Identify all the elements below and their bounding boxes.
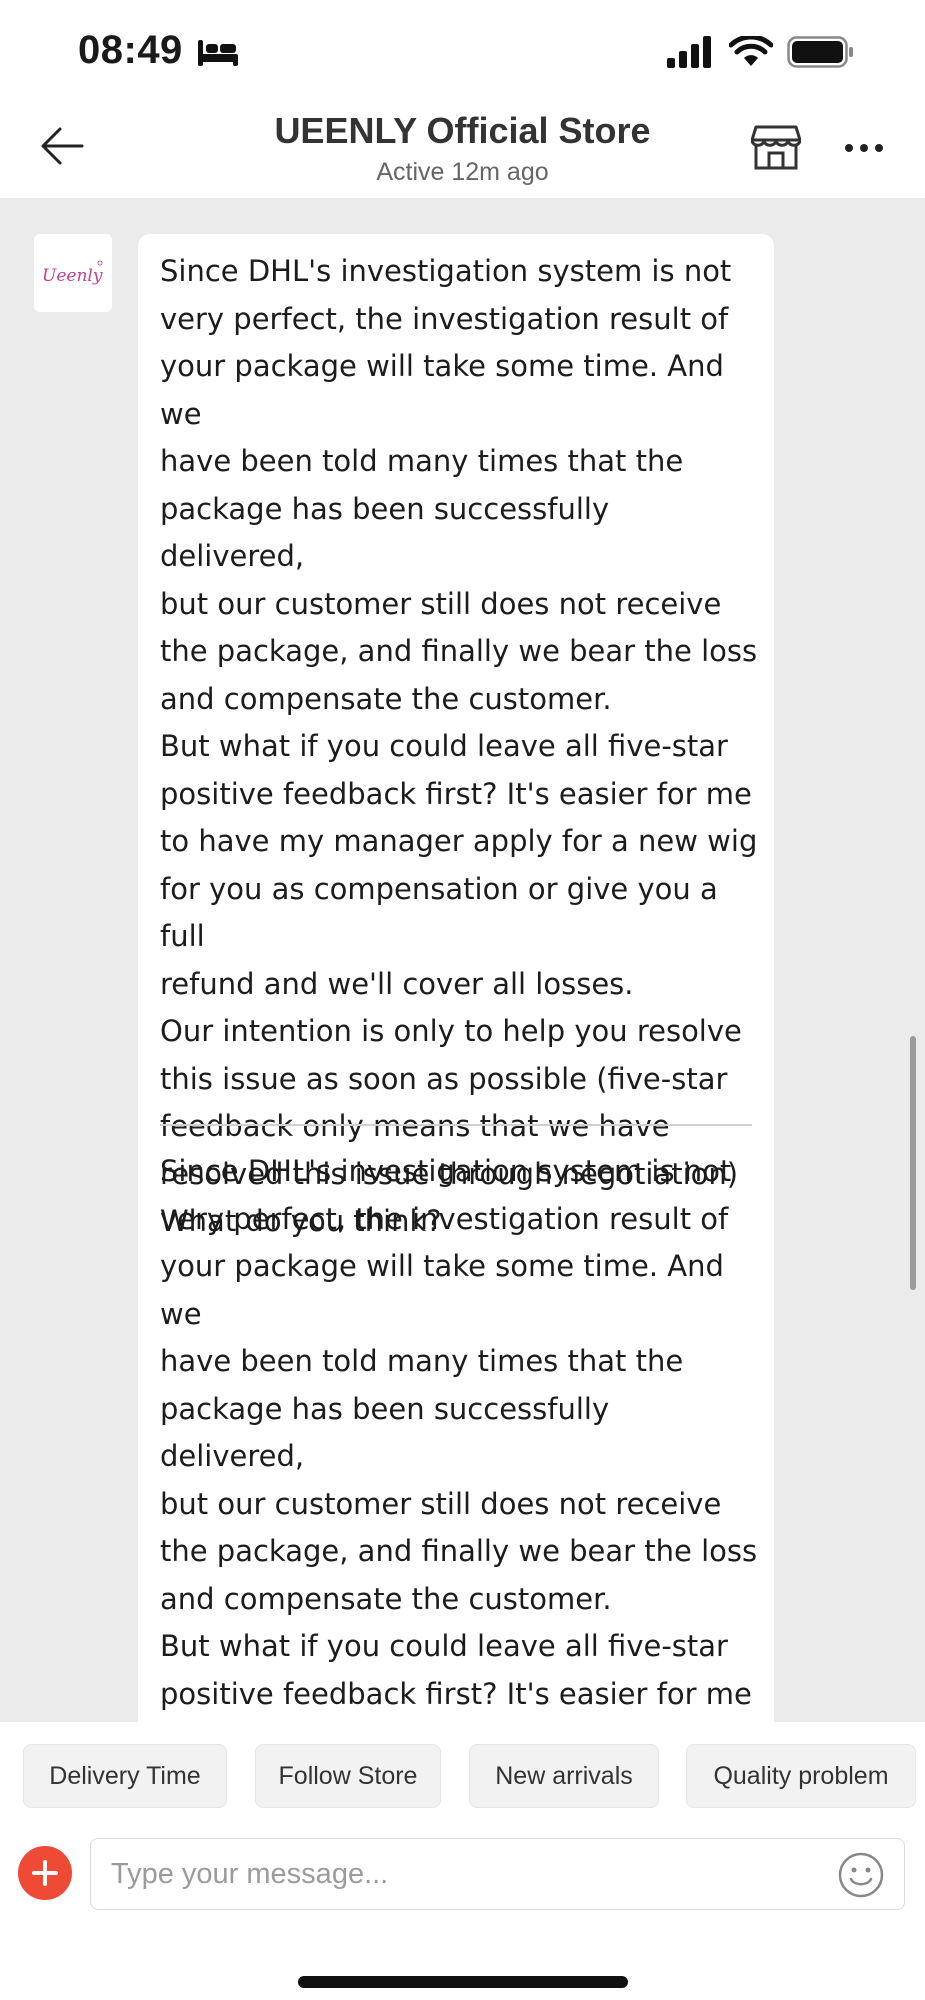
cellular-signal-icon xyxy=(667,36,715,73)
message-divider xyxy=(160,1124,752,1126)
message-composer xyxy=(0,1832,925,1922)
add-button[interactable] xyxy=(18,1846,72,1900)
emoji-icon xyxy=(838,1852,884,1898)
message-input[interactable] xyxy=(90,1838,905,1910)
status-time: 08:49 xyxy=(78,28,183,72)
message-text: Since DHL's investigation system is not … xyxy=(160,1154,758,1711)
status-icons xyxy=(667,34,855,73)
wifi-icon xyxy=(728,34,774,73)
home-indicator[interactable] xyxy=(298,1976,628,1988)
more-options-icon xyxy=(844,140,884,158)
chat-header: UEENLY Official Store Active 12m ago xyxy=(0,100,925,199)
quick-reply-delivery-time[interactable]: Delivery Time xyxy=(23,1744,227,1808)
chat-messages[interactable]: Ueenly Since DHL's investigation system … xyxy=(0,198,925,1722)
emoji-button[interactable] xyxy=(836,1850,886,1900)
home-area xyxy=(0,1922,925,2000)
store-button[interactable] xyxy=(748,122,804,176)
store-avatar[interactable]: Ueenly xyxy=(34,234,112,312)
quick-reply-follow-store[interactable]: Follow Store xyxy=(255,1744,441,1808)
quick-reply-new-arrivals[interactable]: New arrivals xyxy=(469,1744,659,1808)
quick-reply-quality-problem[interactable]: Quality problem xyxy=(686,1744,916,1808)
store-icon xyxy=(750,123,802,176)
more-options-button[interactable] xyxy=(836,126,892,172)
add-icon xyxy=(32,1860,58,1886)
status-bar: 08:49 xyxy=(0,0,925,100)
sleep-bed-icon xyxy=(196,38,240,73)
battery-icon xyxy=(787,36,855,73)
scrollbar[interactable] xyxy=(910,1036,916,1290)
ueenly-logo-icon: Ueenly xyxy=(42,260,103,286)
message-text: Since DHL's investigation system is not … xyxy=(160,254,758,1238)
quick-replies: Delivery Time Follow Store New arrivals … xyxy=(0,1722,925,1832)
svg-text:Ueenly: Ueenly xyxy=(42,266,103,286)
message-bubble[interactable]: Since DHL's investigation system is not … xyxy=(138,234,774,1722)
